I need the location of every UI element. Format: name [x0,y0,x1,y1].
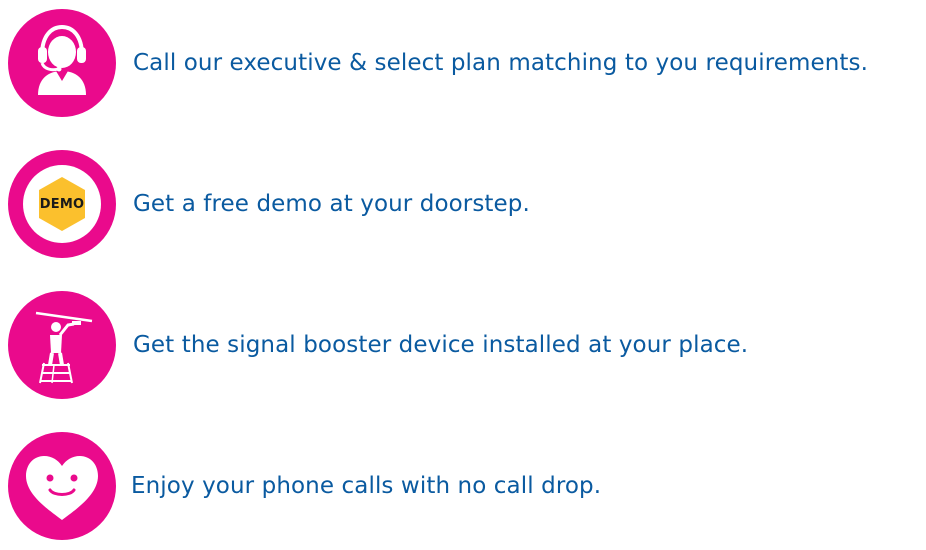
step-text: Call our executive & select plan matchin… [133,50,869,76]
step-text: Enjoy your phone calls with no call drop… [131,473,602,499]
demo-badge-label: DEMO [39,196,85,212]
step-free-demo: DEMO Get a free demo at your doorstep. [8,150,530,258]
demo-badge-icon: DEMO [8,150,116,258]
step-installation: Get the signal booster device installed … [8,291,748,399]
step-text: Get a free demo at your doorstep. [133,191,530,217]
headset-agent-icon [8,9,116,117]
smiling-heart-icon [8,432,116,540]
step-enjoy-calls: Enjoy your phone calls with no call drop… [8,432,601,540]
step-call-executive: Call our executive & select plan matchin… [8,9,868,117]
installer-on-ladder-icon [8,291,116,399]
steps-list: Call our executive & select plan matchin… [0,0,926,550]
step-text: Get the signal booster device installed … [133,332,749,358]
